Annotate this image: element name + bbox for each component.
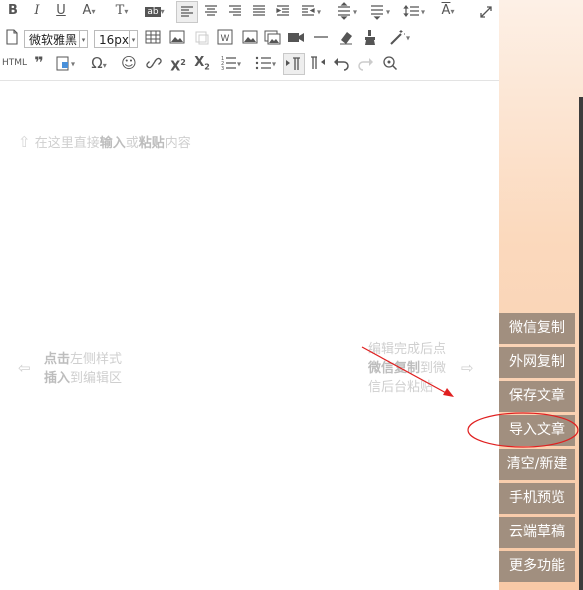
font-size-value: 16px	[99, 33, 129, 47]
hint-text: 在这里直接	[34, 136, 100, 151]
clear-format-icon[interactable]: T▾	[110, 1, 134, 21]
undo-icon[interactable]	[332, 53, 352, 73]
link-icon[interactable]	[145, 53, 163, 73]
horizontal-rule-icon[interactable]	[312, 27, 330, 47]
italic-icon[interactable]: I	[30, 1, 44, 21]
toolbar-row-1: B I U A▾ T▾ ab ▾ ▾ ▾ ▾ ▾ A▾	[0, 1, 499, 27]
new-document-icon[interactable]	[4, 27, 20, 47]
picture-icon[interactable]	[241, 27, 261, 47]
up-arrow-icon: ⇧	[18, 133, 31, 151]
blockquote-icon[interactable]: ❞	[30, 53, 48, 73]
paragraph-spacing-icon[interactable]: ▾	[366, 1, 392, 21]
align-right-icon[interactable]	[225, 1, 245, 21]
indent-icon[interactable]	[273, 1, 293, 21]
row-spacing-icon[interactable]: ▾	[400, 1, 428, 21]
redo-icon[interactable]	[357, 53, 377, 73]
eraser-icon[interactable]	[337, 27, 355, 47]
text-direction-rtl-icon[interactable]	[309, 53, 329, 73]
template-icon[interactable]	[193, 27, 213, 47]
editor-toolbar: B I U A▾ T▾ ab ▾ ▾ ▾ ▾ ▾ A▾ 微软雅黑 ▾ 16px …	[0, 0, 499, 81]
omega-label: Ω	[91, 54, 103, 72]
html-source-button[interactable]: HTML	[2, 53, 27, 73]
align-justify-icon[interactable]	[249, 1, 269, 21]
svg-text:W: W	[221, 34, 230, 44]
hint-bold-text: 点击	[44, 352, 71, 367]
video-icon[interactable]	[287, 27, 307, 47]
hint-text: 到微	[420, 361, 447, 376]
fullscreen-icon[interactable]	[478, 1, 494, 21]
align-center-icon[interactable]	[201, 1, 221, 21]
align-left-icon[interactable]	[176, 1, 198, 23]
save-article-button[interactable]: 保存文章	[499, 381, 575, 412]
right-copy-hint: 编辑完成后点 微信复制到微 信后台粘贴	[368, 340, 446, 397]
external-copy-button[interactable]: 外网复制	[499, 347, 575, 378]
hint-text: 信后台粘贴	[368, 380, 434, 395]
outdent-icon[interactable]: ▾	[297, 1, 323, 21]
chevron-down-icon: ▾	[129, 31, 137, 47]
font-size-icon[interactable]: A▾	[434, 1, 462, 21]
hint-text: 编辑完成后点	[368, 342, 447, 357]
superscript-icon[interactable]: X2	[168, 53, 188, 74]
background-color-icon[interactable]: ab ▾	[142, 1, 168, 21]
font-color-icon[interactable]: A▾	[78, 1, 100, 21]
hint-bold-text: 粘贴	[138, 136, 165, 151]
hint-bold-text: 输入	[99, 136, 126, 151]
multi-image-icon[interactable]	[263, 27, 283, 47]
ordered-list-icon[interactable]: 1 2 3 ▾	[216, 53, 244, 73]
more-features-button[interactable]: 更多功能	[499, 551, 575, 582]
right-arrow-icon: ⇨	[461, 359, 474, 377]
font-family-select[interactable]: 微软雅黑 ▾	[24, 30, 88, 48]
cloud-draft-button[interactable]: 云端草稿	[499, 517, 575, 548]
toolbar-row-3: HTML ❞ ▾ Ω▾ ☺ X2 X2 1 2 3 ▾ ▾	[0, 53, 499, 79]
image-icon[interactable]	[168, 27, 188, 47]
emoji-icon[interactable]: ☺	[120, 53, 138, 73]
font-size-select[interactable]: 16px ▾	[94, 30, 138, 48]
special-char-icon[interactable]: Ω▾	[86, 53, 112, 73]
scrollbar[interactable]	[579, 97, 583, 590]
hint-text: 内容	[164, 136, 191, 151]
editor-panel: B I U A▾ T▾ ab ▾ ▾ ▾ ▾ ▾ A▾ 微软雅黑 ▾ 16px …	[0, 0, 499, 590]
word-import-icon[interactable]: W	[216, 27, 236, 47]
import-article-button[interactable]: 导入文章	[499, 415, 575, 446]
editor-placeholder-hint: ⇧ 在这里直接输入或粘贴内容	[18, 132, 191, 151]
wechat-copy-button[interactable]: 微信复制	[499, 313, 575, 344]
line-spacing-icon[interactable]: ▾	[333, 1, 359, 21]
search-replace-icon[interactable]	[381, 53, 401, 73]
table-icon[interactable]	[144, 27, 164, 47]
svg-text:3: 3	[221, 66, 224, 72]
left-style-hint: 点击左侧样式 插入到编辑区	[44, 350, 122, 388]
toolbar-row-2: 微软雅黑 ▾ 16px ▾ W ▾	[0, 27, 499, 53]
underline-icon[interactable]: U	[54, 1, 68, 21]
text-direction-ltr-icon[interactable]	[283, 53, 305, 75]
left-arrow-icon: ⇦	[18, 359, 31, 377]
hint-text: 到编辑区	[70, 371, 123, 386]
insert-frame-icon[interactable]: ▾	[53, 53, 77, 73]
subscript-icon[interactable]: X2	[192, 53, 212, 73]
bold-icon[interactable]: B	[6, 1, 20, 21]
font-family-value: 微软雅黑	[29, 33, 78, 47]
chevron-down-icon: ▾	[79, 31, 87, 47]
hint-text: 或	[125, 136, 139, 151]
mobile-preview-button[interactable]: 手机预览	[499, 483, 575, 514]
hint-bold-text: 微信复制	[368, 361, 421, 376]
clear-new-button[interactable]: 清空/新建	[499, 449, 575, 480]
hint-bold-text: 插入	[44, 371, 71, 386]
hint-text: 左侧样式	[70, 352, 123, 367]
magic-wand-icon[interactable]: ▾	[385, 27, 413, 47]
format-brush-icon[interactable]	[361, 27, 379, 47]
unordered-list-icon[interactable]: ▾	[251, 53, 279, 73]
